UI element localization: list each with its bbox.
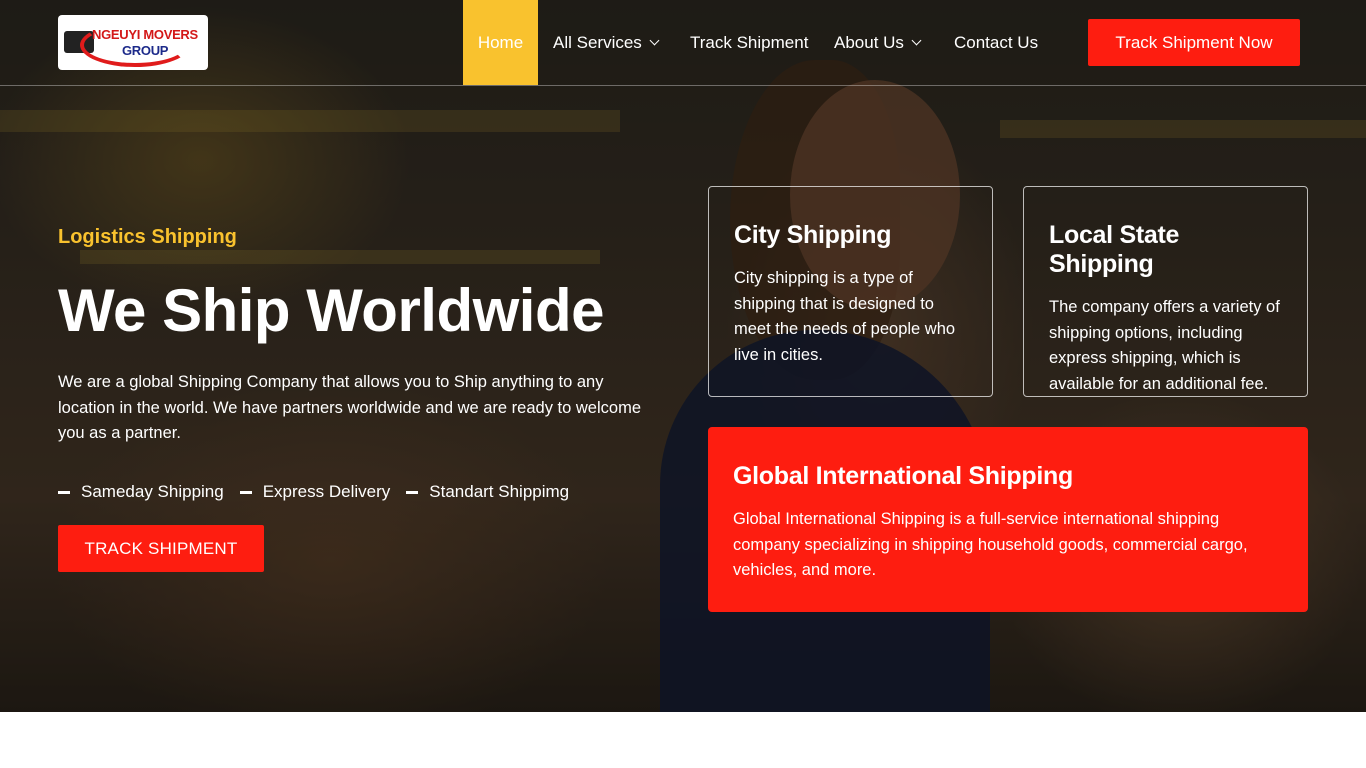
dash-icon xyxy=(58,490,70,494)
card-title: Global International Shipping xyxy=(733,462,1073,490)
service-card-global-international-shipping[interactable]: Global International Shipping Global Int… xyxy=(708,427,1308,612)
nav-item-track-shipment[interactable]: Track Shipment xyxy=(690,0,808,85)
hero-headline: We Ship Worldwide xyxy=(58,277,604,344)
nav-item-home[interactable]: Home xyxy=(463,0,538,85)
nav-item-contact-us[interactable]: Contact Us xyxy=(954,0,1038,85)
top-navbar: NGEUYI MOVERS GROUP Home All Services Tr… xyxy=(0,0,1366,86)
feature-item: Express Delivery xyxy=(239,482,391,502)
feature-label: Express Delivery xyxy=(262,482,391,501)
brand-logo[interactable]: NGEUYI MOVERS GROUP xyxy=(58,15,208,70)
feature-list: Sameday Shipping Express Delivery Standa… xyxy=(58,482,585,502)
feature-label: Sameday Shipping xyxy=(81,482,224,501)
feature-label: Standart Shippimg xyxy=(429,482,570,501)
nav-item-label: Contact Us xyxy=(954,32,1039,52)
hero-tagline: Logistics Shipping xyxy=(58,226,237,248)
feature-item: Standart Shippimg xyxy=(406,482,569,502)
service-card-local-state-shipping[interactable]: Local State Shipping The company offers … xyxy=(1023,186,1308,397)
nav-item-label: Track Shipment xyxy=(690,32,809,52)
service-card-city-shipping[interactable]: City Shipping City shipping is a type of… xyxy=(708,186,993,397)
dash-icon xyxy=(406,490,419,494)
nav-item-label: Home xyxy=(477,32,524,52)
nav-item-label: All Services xyxy=(553,32,642,52)
chevron-down-icon xyxy=(911,35,922,46)
card-text: Global International Shipping is a full-… xyxy=(733,510,1248,579)
card-title: City Shipping xyxy=(734,221,892,249)
track-shipment-now-button[interactable]: Track Shipment Now xyxy=(1088,19,1300,66)
logo-text-primary: NGEUYI MOVERS xyxy=(92,27,198,42)
dash-icon xyxy=(239,490,252,494)
nav-item-all-services[interactable]: All Services xyxy=(553,0,660,85)
logo-text-secondary: GROUP xyxy=(122,43,169,58)
track-shipment-button[interactable]: TRACK SHIPMENT xyxy=(58,525,264,572)
nav-item-about-us[interactable]: About Us xyxy=(834,0,922,85)
feature-item: Sameday Shipping xyxy=(58,482,224,502)
card-title: Local State Shipping xyxy=(1049,221,1180,278)
chevron-down-icon xyxy=(649,35,660,46)
hero-description: We are a global Shipping Company that al… xyxy=(58,373,641,442)
card-text: The company offers a variety of shipping… xyxy=(1049,298,1280,393)
nav-item-label: About Us xyxy=(834,32,904,52)
card-text: City shipping is a type of shipping that… xyxy=(734,269,956,364)
